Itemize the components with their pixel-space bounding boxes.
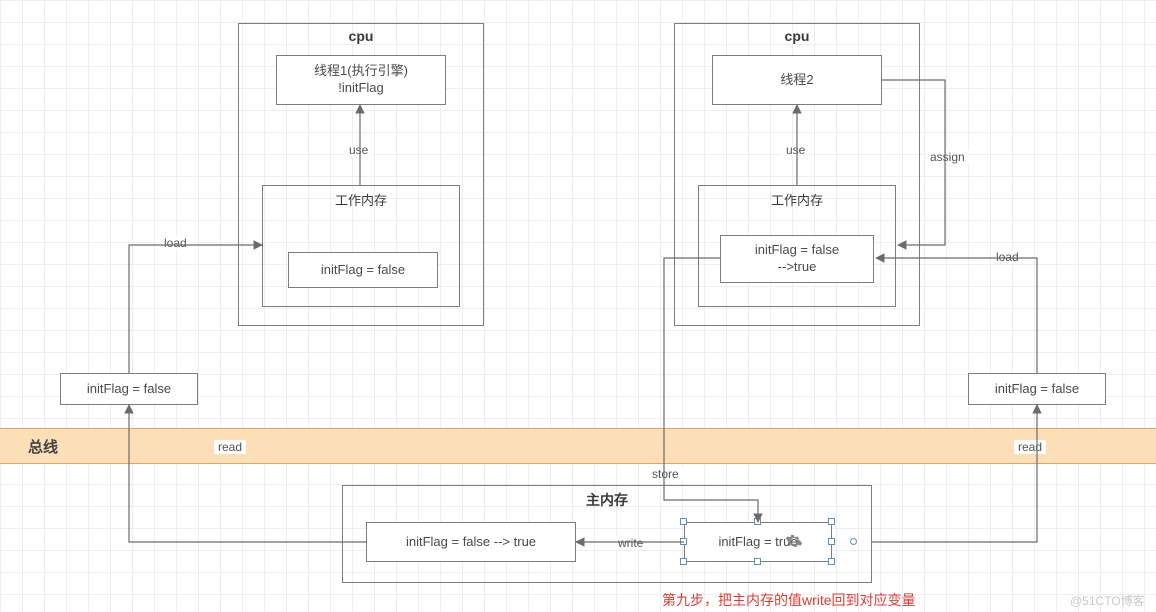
edge-label-assign: assign	[926, 150, 969, 164]
cpu2-title: cpu	[675, 28, 919, 44]
edge-label-load1: load	[160, 236, 191, 250]
cpu1-workmem-title: 工作内存	[263, 190, 459, 209]
selection-handle	[828, 538, 835, 545]
edge-label-use2: use	[782, 143, 809, 157]
edge-label-write: write	[614, 536, 647, 550]
cpu1-thread-box: 线程1(执行引擎) !initFlag	[276, 55, 446, 105]
bus-strip	[0, 428, 1156, 464]
step-caption: 第九步，把主内存的值write回到对应变量	[662, 590, 916, 610]
selection-rotate-handle	[850, 538, 857, 545]
selection-handle	[680, 558, 687, 565]
edge-label-load2: load	[992, 250, 1023, 264]
selection-handle	[680, 538, 687, 545]
edge-label-read2: read	[1014, 440, 1046, 454]
cpu2-workmem-title: 工作内存	[699, 190, 895, 209]
cpu1-title: cpu	[239, 28, 483, 44]
mainmem-var-box: initFlag = false --> true	[366, 522, 576, 562]
selection-handle	[828, 558, 835, 565]
selection-handle	[754, 518, 761, 525]
edge-label-use1: use	[345, 143, 372, 157]
cpu1-workmem-group: 工作内存	[262, 185, 460, 307]
watermark: @51CTO博客	[1070, 592, 1145, 609]
gear-icon	[785, 532, 803, 550]
mainmem-write-box[interactable]: initFlag = true	[684, 522, 832, 562]
cpu2-thread-box: 线程2	[712, 55, 882, 105]
left-buffer-box: initFlag = false	[60, 373, 198, 405]
cpu2-workmem-value: initFlag = false -->true	[720, 235, 874, 283]
edge-label-store: store	[648, 467, 683, 481]
cpu1-workmem-value: initFlag = false	[288, 252, 438, 288]
selection-handle	[680, 518, 687, 525]
selection-handle	[754, 558, 761, 565]
bus-label: 总线	[28, 436, 58, 457]
edge-label-read1: read	[214, 440, 246, 454]
mainmem-title: 主内存	[343, 490, 871, 510]
right-buffer-box: initFlag = false	[968, 373, 1106, 405]
selection-handle	[828, 518, 835, 525]
